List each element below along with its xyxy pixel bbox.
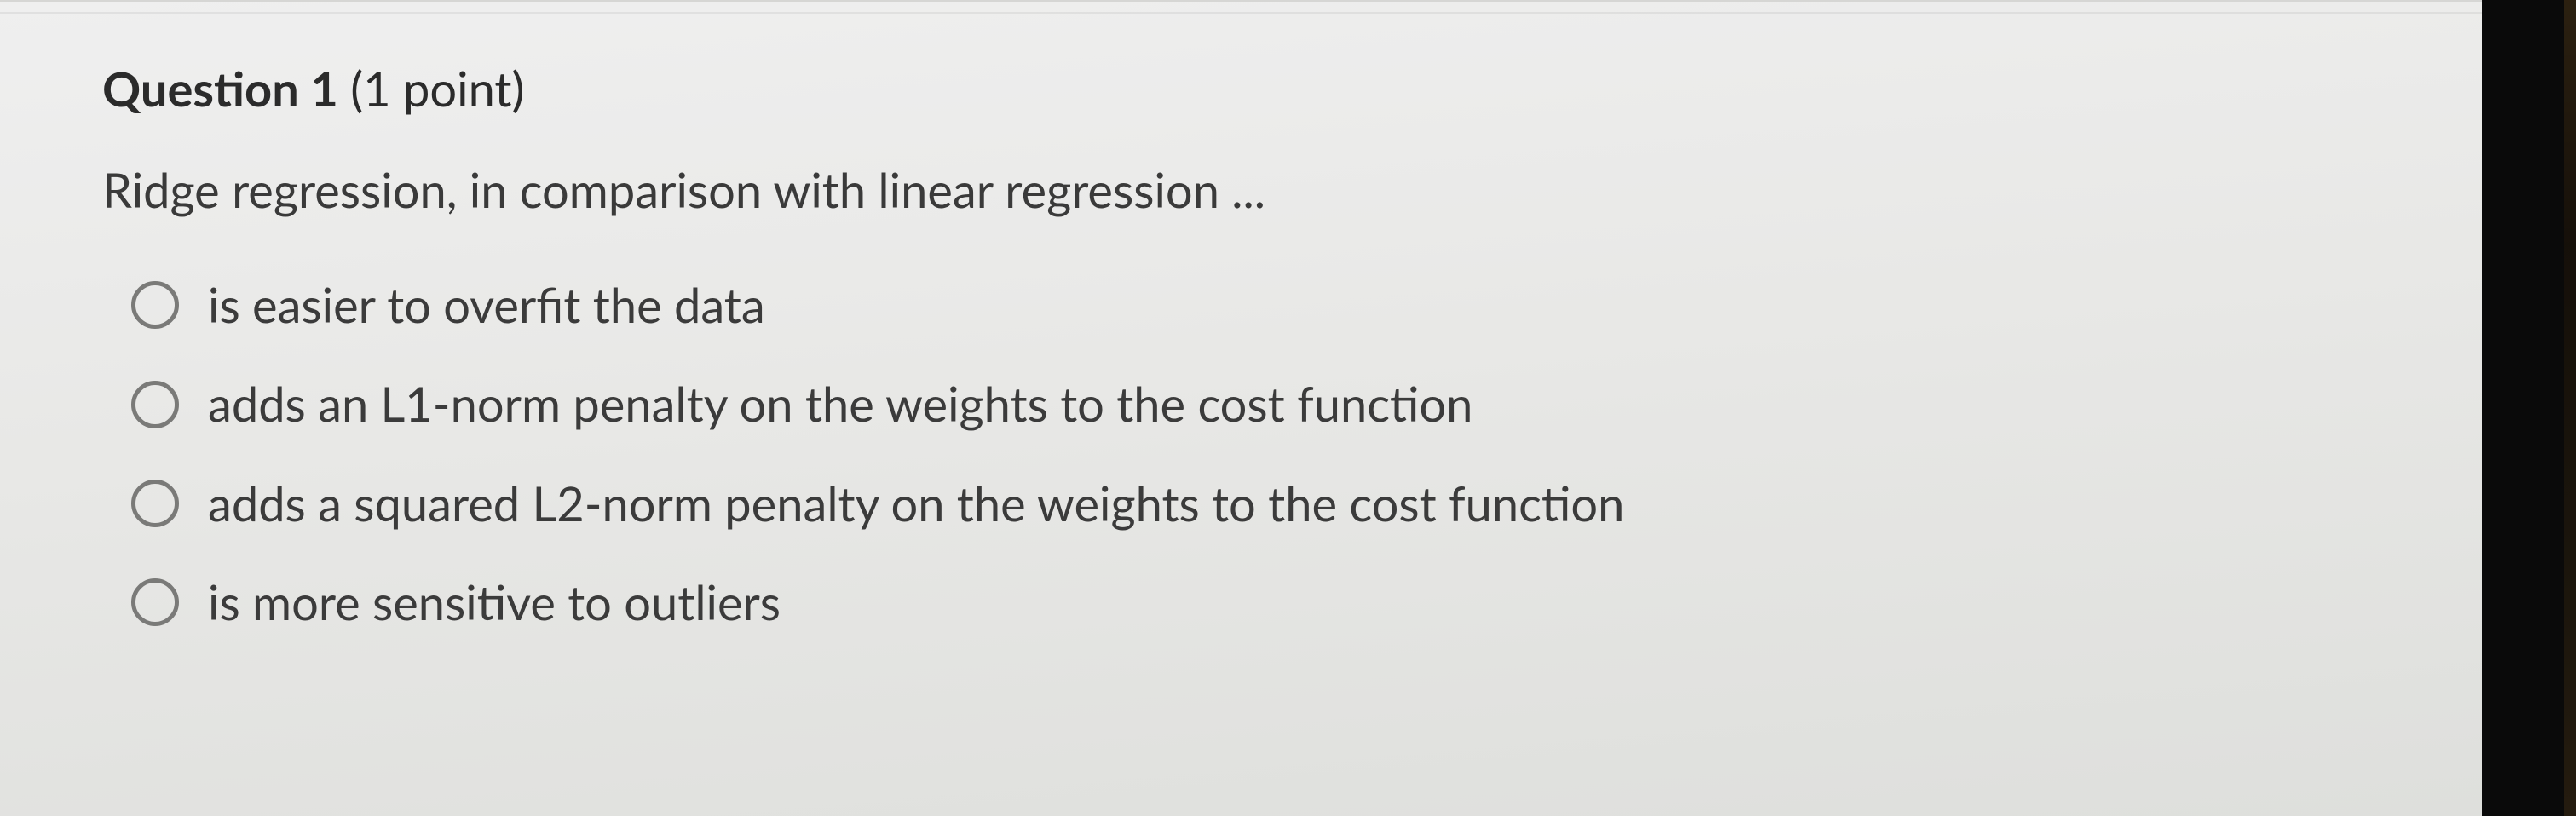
radio-icon[interactable] (131, 578, 179, 626)
option-3-label: adds a squared L2-norm penalty on the we… (208, 476, 1624, 531)
top-divider (0, 12, 2482, 14)
option-1-label: is easier to overfit the data (208, 278, 765, 332)
option-4-label: is more sensitive to outliers (208, 575, 781, 629)
question-points: (1 point) (350, 60, 524, 117)
option-1[interactable]: is easier to overfit the data (131, 278, 2431, 332)
device-bezel (2482, 0, 2576, 816)
option-3[interactable]: adds a squared L2-norm penalty on the we… (131, 476, 2431, 531)
radio-icon[interactable] (131, 480, 179, 527)
option-2-label: adds an L1-norm penalty on the weights t… (208, 376, 1472, 431)
bezel-edge-highlight (2564, 0, 2576, 816)
options-list: is easier to overfit the data adds an L1… (102, 278, 2431, 630)
question-header: Question 1 (1 point) (102, 60, 2431, 117)
question-number: Question 1 (102, 60, 338, 117)
radio-icon[interactable] (131, 381, 179, 428)
question-prompt: Ridge regression, in comparison with lin… (102, 161, 2431, 218)
quiz-page: Question 1 (1 point) Ridge regression, i… (0, 0, 2482, 816)
option-2[interactable]: adds an L1-norm penalty on the weights t… (131, 376, 2431, 431)
option-4[interactable]: is more sensitive to outliers (131, 575, 2431, 629)
radio-icon[interactable] (131, 281, 179, 329)
screen: Question 1 (1 point) Ridge regression, i… (0, 0, 2576, 816)
